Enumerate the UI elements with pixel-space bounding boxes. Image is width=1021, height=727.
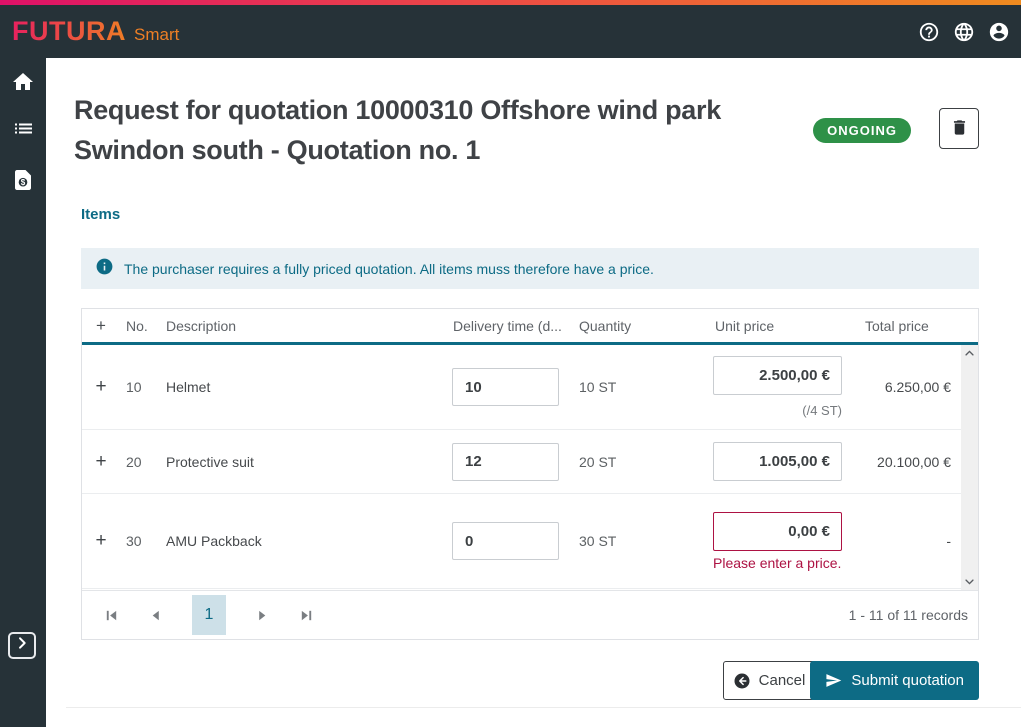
expand-row-button[interactable]: + xyxy=(82,451,120,473)
unit-price-cell xyxy=(712,442,852,481)
item-total-price: 20.100,00 € xyxy=(852,454,963,470)
first-page-icon[interactable] xyxy=(104,608,119,623)
expand-row-button[interactable]: + xyxy=(82,530,120,552)
item-quantity: 20 ST xyxy=(577,454,712,470)
table-scrollbar[interactable] xyxy=(961,345,978,590)
page-title-line2: Swindon south - Quotation no. 1 xyxy=(74,130,804,170)
sidebar: $ xyxy=(0,58,46,727)
app-header: FUTURA Smart xyxy=(0,5,1021,58)
submit-quotation-button[interactable]: Submit quotation xyxy=(810,661,979,700)
account-icon[interactable] xyxy=(988,21,1010,43)
records-count: 1 - 11 of 11 records xyxy=(849,607,968,623)
delivery-time-input[interactable] xyxy=(452,522,559,560)
header-unit-price: Unit price xyxy=(712,318,852,334)
scroll-down-icon[interactable] xyxy=(964,576,975,587)
list-icon[interactable] xyxy=(11,119,35,143)
item-total-price: 6.250,00 € xyxy=(852,379,963,395)
unit-price-cell: Please enter a price. xyxy=(712,512,852,571)
header-quantity: Quantity xyxy=(577,318,712,334)
unit-price-input[interactable] xyxy=(713,512,842,551)
unit-price-input[interactable] xyxy=(713,356,842,395)
item-quantity: 30 ST xyxy=(577,533,712,549)
item-no: 10 xyxy=(120,379,164,395)
previous-page-icon[interactable] xyxy=(148,608,163,623)
svg-text:$: $ xyxy=(21,178,26,187)
item-description: Protective suit xyxy=(164,454,452,470)
unit-price-note: (/4 ST) xyxy=(802,403,842,418)
delivery-cell xyxy=(452,522,577,560)
header-description: Description xyxy=(164,318,452,334)
header-total-price: Total price xyxy=(852,318,963,334)
quotation-document-icon[interactable]: $ xyxy=(11,168,35,192)
expand-row-button[interactable]: + xyxy=(82,376,120,398)
unit-price-cell: (/4 ST) xyxy=(712,356,852,418)
items-table: + No. Description Delivery time (d... Qu… xyxy=(81,308,979,640)
item-no: 20 xyxy=(120,454,164,470)
send-icon xyxy=(825,672,842,689)
sidebar-expand-button[interactable] xyxy=(8,632,36,659)
header-delivery-time: Delivery time (d... xyxy=(452,318,577,334)
table-row-helmet: + 10 Helmet 10 ST (/4 ST) 6.250,00 € xyxy=(82,345,963,430)
header-icons xyxy=(918,21,1010,43)
status-badge: ONGOING xyxy=(813,118,911,143)
next-page-icon[interactable] xyxy=(255,608,270,623)
footer-divider xyxy=(66,707,1021,708)
cancel-label: Cancel xyxy=(759,672,806,689)
current-page-button[interactable]: 1 xyxy=(192,595,226,635)
cancel-button[interactable]: Cancel xyxy=(723,661,815,700)
unit-price-input[interactable] xyxy=(713,442,842,481)
delete-button[interactable] xyxy=(939,108,979,149)
delivery-time-input[interactable] xyxy=(452,443,559,481)
items-section-heading: Items xyxy=(81,206,120,223)
info-icon xyxy=(95,257,114,281)
brand-name: FUTURA xyxy=(12,16,126,47)
brand-suffix: Smart xyxy=(134,25,179,45)
main-content: Request for quotation 10000310 Offshore … xyxy=(46,58,1021,727)
trash-icon xyxy=(950,118,969,140)
delivery-time-input[interactable] xyxy=(452,368,559,406)
scroll-up-icon[interactable] xyxy=(964,348,975,359)
item-description: Helmet xyxy=(164,379,452,395)
app-logo: FUTURA Smart xyxy=(12,16,179,47)
pagination-bar: 1 1 - 11 of 11 records xyxy=(82,590,978,639)
item-total-price: - xyxy=(852,533,963,549)
table-body: + 10 Helmet 10 ST (/4 ST) 6.250,00 € + 2… xyxy=(82,345,978,590)
delivery-cell xyxy=(452,368,577,406)
header-expander: + xyxy=(82,316,120,336)
delivery-cell xyxy=(452,443,577,481)
home-icon[interactable] xyxy=(11,70,35,94)
header-no: No. xyxy=(120,318,164,334)
info-banner-text: The purchaser requires a fully priced qu… xyxy=(124,261,654,277)
table-header-row: + No. Description Delivery time (d... Qu… xyxy=(82,309,978,345)
item-description: AMU Packback xyxy=(164,533,452,549)
help-icon[interactable] xyxy=(918,21,940,43)
unit-price-error: Please enter a price. xyxy=(713,555,841,571)
item-quantity: 10 ST xyxy=(577,379,712,395)
last-page-icon[interactable] xyxy=(299,608,314,623)
info-banner: The purchaser requires a fully priced qu… xyxy=(81,248,979,289)
chevron-right-icon xyxy=(14,635,30,656)
globe-icon[interactable] xyxy=(953,21,975,43)
table-row-amu-packback: + 30 AMU Packback 30 ST Please enter a p… xyxy=(82,494,963,589)
page-title: Request for quotation 10000310 Offshore … xyxy=(74,90,804,170)
table-row-protective-suit: + 20 Protective suit 20 ST 20.100,00 € xyxy=(82,430,963,494)
page-title-line1: Request for quotation 10000310 Offshore … xyxy=(74,90,804,130)
back-circle-icon xyxy=(733,672,751,690)
item-no: 30 xyxy=(120,533,164,549)
submit-label: Submit quotation xyxy=(851,672,964,689)
